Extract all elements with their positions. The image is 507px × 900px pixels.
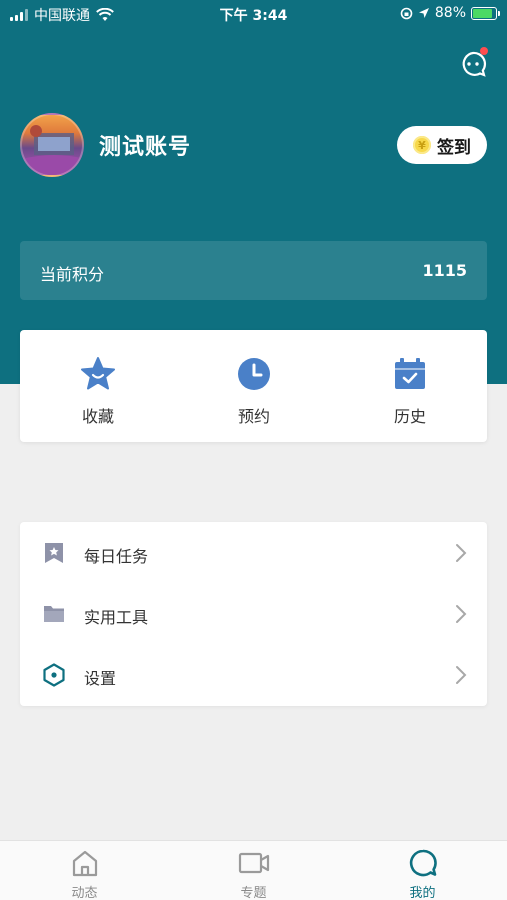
status-right: 88% bbox=[400, 5, 500, 21]
quick-action-label: 历史 bbox=[393, 407, 426, 426]
chevron-right-icon bbox=[456, 544, 467, 562]
location-icon bbox=[418, 8, 429, 18]
clock-icon bbox=[238, 358, 270, 390]
menu-label: 设置 bbox=[84, 669, 117, 688]
points-label: 当前积分 bbox=[40, 265, 105, 284]
star-icon bbox=[81, 357, 115, 390]
menu-item-daily-tasks[interactable]: 每日任务 bbox=[20, 522, 487, 583]
profile-header bbox=[0, 0, 507, 384]
lock-rotation-icon bbox=[400, 7, 413, 19]
quick-action-favorites[interactable]: 收藏 bbox=[20, 330, 176, 442]
hexagon-settings-icon bbox=[43, 663, 65, 687]
quick-action-label: 收藏 bbox=[81, 407, 114, 426]
quick-action-history[interactable]: 历史 bbox=[332, 330, 488, 442]
checkin-label: 签到 bbox=[437, 137, 471, 158]
status-bar: 中国联通 下午 3:44 88% bbox=[0, 0, 507, 28]
menu-item-settings[interactable]: 设置 bbox=[20, 644, 487, 705]
battery-percent: 88% bbox=[434, 5, 466, 21]
menu-card: 每日任务 实用工具 设置 bbox=[20, 522, 487, 706]
tab-topics[interactable]: 专题 bbox=[169, 841, 338, 900]
tab-label: 专题 bbox=[240, 886, 267, 900]
quick-actions-card: 收藏 预约 历史 bbox=[20, 330, 487, 442]
tab-label: 我的 bbox=[409, 886, 436, 900]
menu-label: 实用工具 bbox=[84, 608, 149, 627]
quick-action-reservations[interactable]: 预约 bbox=[176, 330, 332, 442]
checkin-button[interactable]: ¥ 签到 bbox=[397, 126, 487, 164]
chat-bubble-icon bbox=[409, 849, 437, 877]
chevron-right-icon bbox=[456, 666, 467, 684]
tab-feed[interactable]: 动态 bbox=[0, 841, 169, 900]
notification-badge bbox=[480, 47, 488, 55]
folder-icon bbox=[44, 606, 64, 622]
tab-bar: 动态 专题 我的 bbox=[0, 840, 507, 900]
avatar[interactable] bbox=[20, 113, 84, 177]
quick-action-label: 预约 bbox=[237, 407, 270, 426]
home-icon bbox=[72, 850, 98, 877]
tab-mine[interactable]: 我的 bbox=[338, 841, 507, 900]
message-button[interactable] bbox=[458, 47, 488, 79]
video-icon bbox=[238, 852, 270, 874]
bookmark-icon bbox=[45, 543, 63, 563]
coin-icon: ¥ bbox=[413, 136, 431, 154]
battery-fill bbox=[473, 8, 493, 18]
points-value: 1115 bbox=[422, 261, 467, 280]
username[interactable]: 测试账号 bbox=[99, 129, 191, 161]
calendar-icon bbox=[395, 358, 425, 389]
menu-label: 每日任务 bbox=[84, 547, 149, 566]
tab-label: 动态 bbox=[71, 886, 98, 900]
points-bar[interactable]: 当前积分 1115 bbox=[20, 241, 487, 300]
chevron-right-icon bbox=[456, 605, 467, 623]
menu-item-tools[interactable]: 实用工具 bbox=[20, 583, 487, 644]
battery-icon bbox=[471, 6, 500, 20]
